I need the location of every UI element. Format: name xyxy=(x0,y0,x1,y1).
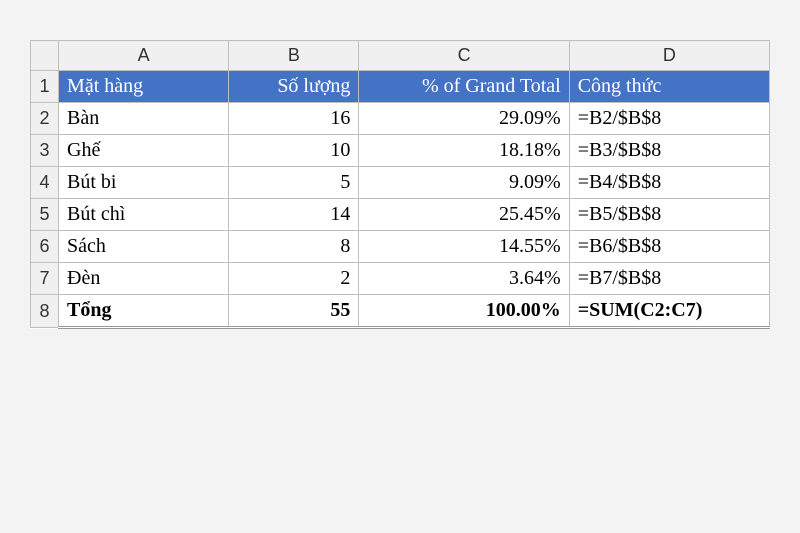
cell-D8[interactable]: =SUM(C2:C7) xyxy=(569,295,769,328)
cell-B7[interactable]: 2 xyxy=(229,263,359,295)
row-2: 2 Bàn 16 29.09% =B2/$B$8 xyxy=(31,103,770,135)
cell-D6[interactable]: =B6/$B$8 xyxy=(569,231,769,263)
cell-A4[interactable]: Bút bi xyxy=(59,167,229,199)
cell-B6[interactable]: 8 xyxy=(229,231,359,263)
cell-C7[interactable]: 3.64% xyxy=(359,263,569,295)
cell-A7[interactable]: Đèn xyxy=(59,263,229,295)
spreadsheet-grid[interactable]: A B C D 1 Mặt hàng Số lượng % of Grand T… xyxy=(30,40,770,329)
cell-B3[interactable]: 10 xyxy=(229,135,359,167)
row-header-7[interactable]: 7 xyxy=(31,263,59,295)
cell-A6[interactable]: Sách xyxy=(59,231,229,263)
cell-A5[interactable]: Bút chì xyxy=(59,199,229,231)
cell-C5[interactable]: 25.45% xyxy=(359,199,569,231)
cell-D1[interactable]: Công thức xyxy=(569,71,769,103)
row-header-6[interactable]: 6 xyxy=(31,231,59,263)
column-header-row: A B C D xyxy=(31,41,770,71)
cell-A3[interactable]: Ghế xyxy=(59,135,229,167)
cell-B1[interactable]: Số lượng xyxy=(229,71,359,103)
col-header-A[interactable]: A xyxy=(59,41,229,71)
cell-C6[interactable]: 14.55% xyxy=(359,231,569,263)
cell-B5[interactable]: 14 xyxy=(229,199,359,231)
cell-C1[interactable]: % of Grand Total xyxy=(359,71,569,103)
col-header-D[interactable]: D xyxy=(569,41,769,71)
row-7: 7 Đèn 2 3.64% =B7/$B$8 xyxy=(31,263,770,295)
cell-A1[interactable]: Mặt hàng xyxy=(59,71,229,103)
row-6: 6 Sách 8 14.55% =B6/$B$8 xyxy=(31,231,770,263)
select-all-corner[interactable] xyxy=(31,41,59,71)
cell-A2[interactable]: Bàn xyxy=(59,103,229,135)
row-1: 1 Mặt hàng Số lượng % of Grand Total Côn… xyxy=(31,71,770,103)
row-header-2[interactable]: 2 xyxy=(31,103,59,135)
row-4: 4 Bút bi 5 9.09% =B4/$B$8 xyxy=(31,167,770,199)
cell-B4[interactable]: 5 xyxy=(229,167,359,199)
row-header-4[interactable]: 4 xyxy=(31,167,59,199)
row-5: 5 Bút chì 14 25.45% =B5/$B$8 xyxy=(31,199,770,231)
col-header-B[interactable]: B xyxy=(229,41,359,71)
cell-C3[interactable]: 18.18% xyxy=(359,135,569,167)
row-header-1[interactable]: 1 xyxy=(31,71,59,103)
cell-B2[interactable]: 16 xyxy=(229,103,359,135)
cell-D3[interactable]: =B3/$B$8 xyxy=(569,135,769,167)
cell-C2[interactable]: 29.09% xyxy=(359,103,569,135)
cell-C4[interactable]: 9.09% xyxy=(359,167,569,199)
cell-D7[interactable]: =B7/$B$8 xyxy=(569,263,769,295)
cell-D5[interactable]: =B5/$B$8 xyxy=(569,199,769,231)
row-header-3[interactable]: 3 xyxy=(31,135,59,167)
row-8: 8 Tổng 55 100.00% =SUM(C2:C7) xyxy=(31,295,770,328)
row-header-8[interactable]: 8 xyxy=(31,295,59,328)
row-header-5[interactable]: 5 xyxy=(31,199,59,231)
cell-D4[interactable]: =B4/$B$8 xyxy=(569,167,769,199)
row-3: 3 Ghế 10 18.18% =B3/$B$8 xyxy=(31,135,770,167)
cell-C8[interactable]: 100.00% xyxy=(359,295,569,328)
cell-D2[interactable]: =B2/$B$8 xyxy=(569,103,769,135)
cell-B8[interactable]: 55 xyxy=(229,295,359,328)
cell-A8[interactable]: Tổng xyxy=(59,295,229,328)
col-header-C[interactable]: C xyxy=(359,41,569,71)
